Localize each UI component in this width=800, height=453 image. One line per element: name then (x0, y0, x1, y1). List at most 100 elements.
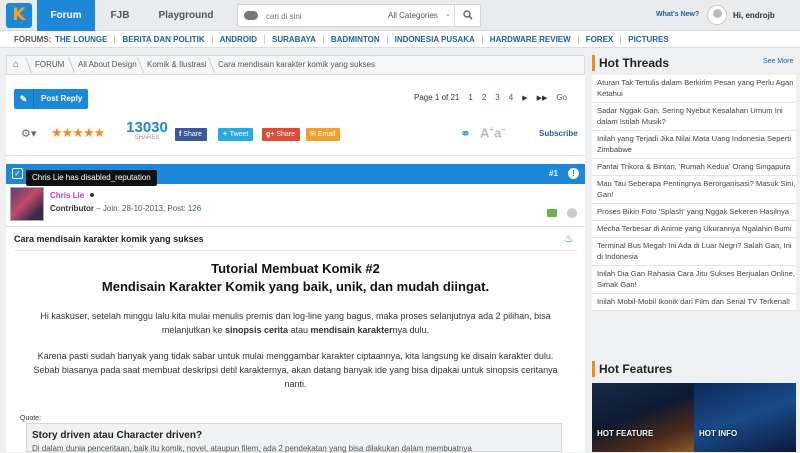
paragraph-2-line-3: nanti. (284, 379, 307, 389)
tab-playground[interactable]: Playground (150, 0, 222, 31)
hot-thread-item[interactable]: Terminal Bus Megah Ini Ada di Luar Negri… (592, 238, 796, 266)
whats-new-link[interactable]: What's New? (656, 11, 699, 18)
forums-links: THE LOUNGE BERITA DAN POLITIK ANDROID SU… (52, 35, 676, 44)
kaskus-logo[interactable]: K (6, 3, 32, 28)
post-reply-label: Post Reply (41, 94, 83, 103)
hot-feature-label: HOT FEATURE (597, 429, 654, 438)
reputation-tooltip: Chris Lie has disabled_reputation (26, 170, 157, 186)
hot-thread-item[interactable]: Aturan Tak Tertulis dalam Berkirim Pesan… (592, 75, 796, 103)
link-icon[interactable]: ⚭ (460, 126, 471, 142)
forum-link-surabaya[interactable]: SURABAYA (265, 35, 324, 44)
hot-thread-item[interactable]: Inilah Mobil-Mobil Ikonik dari Film dan … (592, 294, 796, 311)
font-size-icon[interactable]: A+a− (480, 125, 506, 140)
hot-thread-item[interactable]: Proses Bikin Foto 'Splash' yang Nggak Se… (592, 204, 796, 221)
hot-threads-list: Aturan Tak Tertulis dalam Berkirim Pesan… (592, 75, 796, 311)
breadcrumb-separator (20, 57, 32, 73)
post-reply-button[interactable]: ✎ Post Reply (14, 89, 88, 109)
tab-fjb[interactable]: FJB (100, 0, 140, 31)
post-title: Cara mendisain karakter komik yang sukse… (14, 234, 204, 244)
checkbox-icon[interactable]: ✓ (12, 168, 23, 179)
subscribe-button[interactable]: Subscribe (539, 129, 578, 138)
page-4[interactable]: 4 (509, 93, 513, 102)
breadcrumb-current: Cara mendisain karakter komik yang sukse… (218, 60, 375, 69)
paragraph-1-bold-2: mendisain karakter (310, 325, 393, 335)
hot-thread-item[interactable]: Inilah yang Terjadi Jika Nilai Mata Uang… (592, 131, 796, 159)
paragraph-1-mid: atau (290, 325, 309, 335)
thread-toolbar: ⚙▾ ★★★★★ 13030 SHARES f Share ✦ Tweet g+… (6, 117, 585, 156)
forums-bar: FORUMS: THE LOUNGE BERITA DAN POLITIK AN… (0, 31, 800, 48)
forum-link-hardware-review[interactable]: HARDWARE REVIEW (483, 35, 579, 44)
facebook-share-label: Share (183, 131, 202, 138)
forum-link-berita-dan-politik[interactable]: BERITA DAN POLITIK (115, 35, 213, 44)
share-counter: 13030 SHARES (123, 120, 171, 141)
home-icon[interactable]: ⌂ (13, 56, 19, 74)
pagination: Page 1 of 21 1 2 3 4 ▶ ▶▶ Go (414, 93, 576, 102)
info-icon[interactable]: ! (568, 168, 579, 179)
author-name[interactable]: Chris Lie (50, 191, 84, 200)
quote-label: Quote: (20, 415, 42, 422)
facebook-icon: f (179, 131, 182, 138)
go-button[interactable]: Go (556, 93, 567, 102)
breadcrumb-all-about-design[interactable]: All About Design (78, 56, 137, 74)
forum-link-forex[interactable]: FOREX (579, 35, 622, 44)
search-button[interactable] (454, 5, 480, 26)
gear-icon[interactable]: ⚙▾ (21, 127, 36, 140)
twitter-icon: ✦ (222, 131, 228, 138)
hot-thread-item[interactable]: Mecha Terbesar di Anime yang Ukurannya N… (592, 221, 796, 238)
breadcrumb-forum[interactable]: FORUM (35, 56, 64, 74)
breadcrumb-komik-ilustrasi[interactable]: Komik & Ilustrasi (147, 56, 207, 74)
hot-thread-item[interactable]: Mau Tau Seberapa Pentingnya Berorganisas… (592, 176, 796, 204)
page-1[interactable]: 1 (468, 93, 472, 102)
paragraph-1-text: melanjutkan ke (161, 325, 223, 335)
author-join: Join: 28-10-2013, Post: (102, 204, 186, 213)
author-role: Contributor (50, 204, 94, 213)
reputation-icon[interactable] (567, 208, 577, 218)
hot-feature-card[interactable]: HOT FEATURE (592, 383, 694, 452)
author-post-count[interactable]: 126 (188, 204, 201, 213)
content-heading-2: Mendisain Karakter Komik yang baik, unik… (101, 279, 490, 294)
hot-thread-item[interactable]: Inilah Dia Gan Rahasia Cara Jitu Sukses … (592, 266, 796, 294)
breadcrumb: ⌂ FORUM All About Design Komik & Ilustra… (6, 55, 585, 75)
last-page-icon[interactable]: ▶▶ (537, 94, 548, 102)
chevron-down-icon[interactable]: ⌄ (445, 5, 451, 24)
forum-link-pictures[interactable]: PICTURES (621, 35, 675, 44)
page-2[interactable]: 2 (482, 93, 486, 102)
rating-stars[interactable]: ★★★★★ (51, 125, 105, 141)
hot-features-title: Hot Features (592, 361, 800, 377)
share-count: 13030 (126, 119, 168, 136)
paragraph-1: Hi kaskuser, setelah minggu lalu kita mu… (14, 309, 577, 337)
forum-link-indonesia-pusaka[interactable]: INDONESIA PUSAKA (388, 35, 483, 44)
tab-forum[interactable]: Forum (37, 0, 95, 31)
hot-thread-icon: ♨ (564, 233, 574, 245)
paragraph-2-line-2: Sebab biasanya pada saat membuat deskrip… (33, 365, 558, 375)
author-avatar[interactable] (10, 187, 44, 221)
next-page-icon[interactable]: ▶ (522, 94, 527, 102)
post-number[interactable]: #1 (549, 169, 558, 178)
twitter-share-button[interactable]: ✦ Tweet (218, 128, 254, 141)
twitter-share-label: Tweet (229, 131, 249, 138)
paragraph-1-line-1: Hi kaskuser, setelah minggu lalu kita mu… (40, 311, 551, 321)
forum-link-badminton[interactable]: BADMINTON (324, 35, 388, 44)
facebook-share-button[interactable]: f Share (175, 128, 207, 141)
hot-thread-item[interactable]: Sadar Nggak Gan, Sering Nyebut Kesalahan… (592, 103, 796, 131)
paragraph-2-line-1: Karena pasti sudah banyak yang tidak sab… (37, 351, 554, 361)
forum-link-android[interactable]: ANDROID (213, 35, 266, 44)
hot-info-card[interactable]: HOT INFO (694, 383, 796, 452)
post-content: Tutorial Membuat Komik #2 Mendisain Kara… (14, 250, 577, 450)
gplus-share-button[interactable]: g+ Share (262, 128, 301, 141)
category-select[interactable]: All Categories (388, 5, 438, 26)
forum-link-the-lounge[interactable]: THE LOUNGE (52, 35, 116, 44)
paragraph-1-end: nya dulu. (392, 325, 430, 335)
email-share-button[interactable]: ✉ Email (306, 128, 341, 141)
user-greeting[interactable]: Hi, endrojb (733, 11, 775, 20)
hot-features: HOT FEATURE HOT INFO (592, 383, 796, 452)
email-share-label: Email (317, 131, 336, 138)
page-3[interactable]: 3 (495, 93, 499, 102)
badge-icon (547, 209, 557, 217)
search-input[interactable] (266, 8, 376, 24)
top-navbar: K Forum FJB Playground All Categories ⌄ … (0, 0, 800, 31)
paragraph-2: Karena pasti sudah banyak yang tidak sab… (14, 349, 577, 391)
avatar[interactable] (707, 5, 727, 25)
hot-thread-item[interactable]: Pantai Trikora & Bintan, 'Rumah Kedua' O… (592, 159, 796, 176)
see-more-link[interactable]: See More (763, 58, 793, 65)
